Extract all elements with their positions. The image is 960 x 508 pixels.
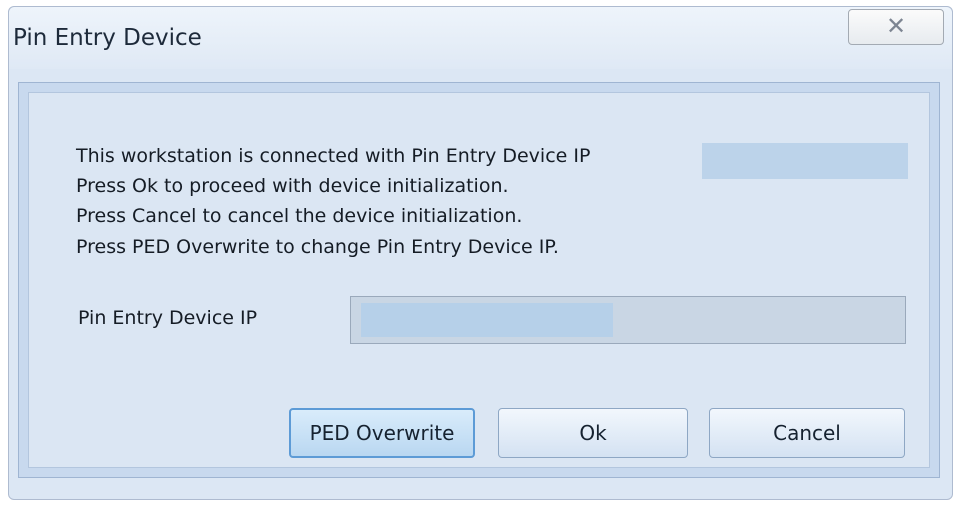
message-line-3: Press Cancel to cancel the device initia… [76, 205, 523, 227]
message-line-4: Press PED Overwrite to change Pin Entry … [76, 236, 559, 258]
message-line-1: This workstation is connected with Pin E… [76, 145, 591, 167]
cancel-button[interactable]: Cancel [709, 408, 905, 458]
close-button[interactable]: ✕ [848, 9, 944, 45]
ip-input-value [361, 303, 613, 337]
window-title: Pin Entry Device [13, 25, 202, 51]
connected-ip-value [702, 143, 908, 179]
ip-input[interactable] [350, 296, 906, 344]
ok-button[interactable]: Ok [498, 408, 688, 458]
title-bar[interactable]: Pin Entry Device ✕ [9, 7, 952, 69]
close-icon: ✕ [885, 12, 907, 40]
ip-field-label: Pin Entry Device IP [78, 307, 258, 329]
ped-overwrite-button[interactable]: PED Overwrite [289, 408, 475, 458]
message-line-2: Press Ok to proceed with device initiali… [76, 175, 509, 197]
